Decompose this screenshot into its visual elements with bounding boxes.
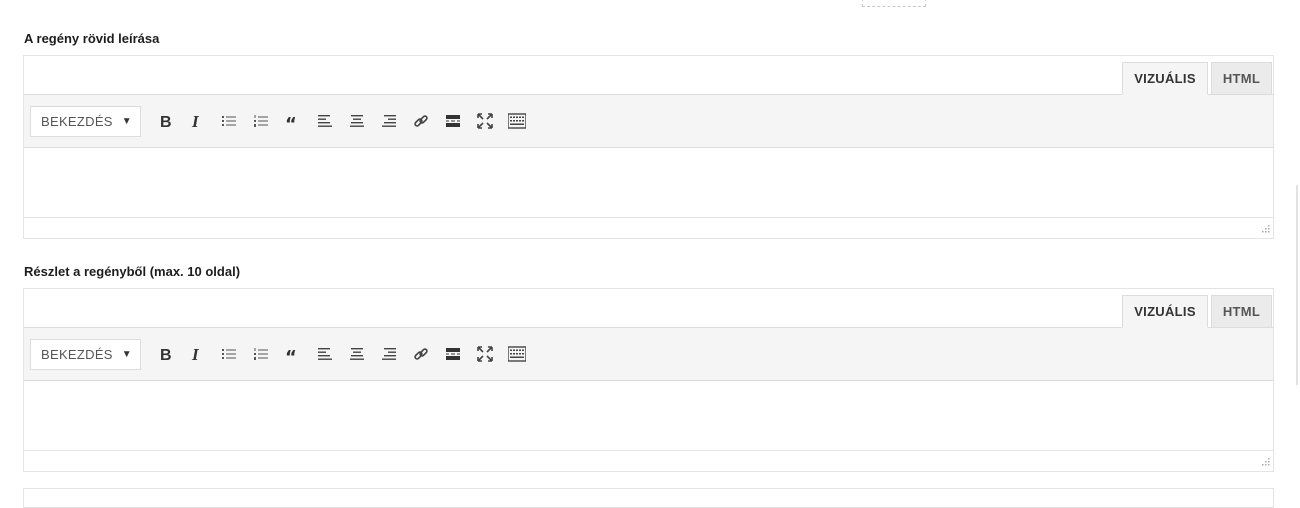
bullet-list-button[interactable]: [213, 106, 245, 136]
numbered-list-button[interactable]: [245, 339, 277, 369]
bold-button[interactable]: B: [149, 106, 181, 136]
editor-tabs: VIZUÁLIS HTML: [24, 56, 1273, 95]
link-button[interactable]: [405, 339, 437, 369]
italic-icon: I: [191, 113, 200, 129]
read-more-icon: [446, 348, 460, 360]
upload-placeholder-edge: [862, 0, 926, 7]
svg-text:I: I: [191, 113, 200, 129]
toolbar-toggle-button[interactable]: [501, 339, 533, 369]
numbered-list-button[interactable]: [245, 106, 277, 136]
editor-statusbar: [24, 217, 1273, 238]
link-icon: [414, 115, 428, 127]
tab-visual[interactable]: VIZUÁLIS: [1122, 62, 1208, 95]
toolbar-toggle-button[interactable]: [501, 106, 533, 136]
editor-novel-excerpt: VIZUÁLIS HTML BEKEZDÉS ▼ B I “: [23, 288, 1274, 472]
align-right-icon: [382, 115, 396, 127]
fullscreen-icon: [477, 346, 493, 362]
align-center-icon: [350, 115, 364, 127]
format-select-value: BEKEZDÉS: [41, 346, 113, 362]
toolbar-toggle-icon: [508, 113, 526, 129]
next-field-editor: [23, 488, 1274, 508]
align-right-icon: [382, 348, 396, 360]
editor-statusbar: [24, 450, 1273, 471]
tab-html[interactable]: HTML: [1211, 295, 1272, 328]
read-more-button[interactable]: [437, 106, 469, 136]
editor-content-area[interactable]: [24, 148, 1273, 217]
italic-button[interactable]: I: [181, 106, 213, 136]
blockquote-icon: “: [285, 347, 297, 362]
tab-html[interactable]: HTML: [1211, 62, 1272, 95]
editor-short-description: VIZUÁLIS HTML BEKEZDÉS ▼ B I “: [23, 55, 1274, 239]
read-more-icon: [446, 115, 460, 127]
fullscreen-button[interactable]: [469, 106, 501, 136]
editor-content-area[interactable]: [24, 381, 1273, 450]
scrollbar-track[interactable]: [1296, 185, 1298, 385]
numbered-list-icon: [254, 348, 268, 360]
bold-button[interactable]: B: [149, 339, 181, 369]
fullscreen-icon: [477, 113, 493, 129]
toolbar-toggle-icon: [508, 346, 526, 362]
resize-handle-icon[interactable]: [1260, 225, 1270, 235]
editor-toolbar: BEKEZDÉS ▼ B I “: [24, 95, 1273, 148]
field-label-short-description: A regény rövid leírása: [24, 31, 160, 46]
align-left-button[interactable]: [309, 106, 341, 136]
numbered-list-icon: [254, 115, 268, 127]
chevron-down-icon: ▼: [121, 115, 132, 127]
fullscreen-button[interactable]: [469, 339, 501, 369]
link-button[interactable]: [405, 106, 437, 136]
italic-button[interactable]: I: [181, 339, 213, 369]
editor-tabs: VIZUÁLIS HTML: [24, 289, 1273, 328]
align-center-icon: [350, 348, 364, 360]
blockquote-icon: “: [285, 114, 297, 129]
align-left-button[interactable]: [309, 339, 341, 369]
svg-text:B: B: [160, 114, 172, 129]
bold-icon: B: [160, 347, 172, 362]
svg-text:“: “: [285, 347, 297, 362]
blockquote-button[interactable]: “: [277, 106, 309, 136]
align-left-icon: [318, 348, 332, 360]
svg-text:B: B: [160, 347, 172, 362]
svg-text:“: “: [285, 114, 297, 129]
read-more-button[interactable]: [437, 339, 469, 369]
resize-handle-icon[interactable]: [1260, 458, 1270, 468]
svg-text:I: I: [191, 346, 200, 362]
blockquote-button[interactable]: “: [277, 339, 309, 369]
align-center-button[interactable]: [341, 339, 373, 369]
bullet-list-button[interactable]: [213, 339, 245, 369]
link-icon: [414, 348, 428, 360]
align-right-button[interactable]: [373, 106, 405, 136]
align-right-button[interactable]: [373, 339, 405, 369]
chevron-down-icon: ▼: [121, 348, 132, 360]
field-label-novel-excerpt: Részlet a regényből (max. 10 oldal): [24, 264, 241, 279]
align-center-button[interactable]: [341, 106, 373, 136]
italic-icon: I: [191, 346, 200, 362]
tab-visual[interactable]: VIZUÁLIS: [1122, 295, 1208, 328]
format-select-value: BEKEZDÉS: [41, 113, 113, 129]
format-select[interactable]: BEKEZDÉS ▼: [30, 338, 141, 370]
bullet-list-icon: [222, 116, 236, 126]
format-select[interactable]: BEKEZDÉS ▼: [30, 105, 141, 137]
bold-icon: B: [160, 114, 172, 129]
bullet-list-icon: [222, 349, 236, 359]
editor-toolbar: BEKEZDÉS ▼ B I “: [24, 328, 1273, 381]
align-left-icon: [318, 115, 332, 127]
